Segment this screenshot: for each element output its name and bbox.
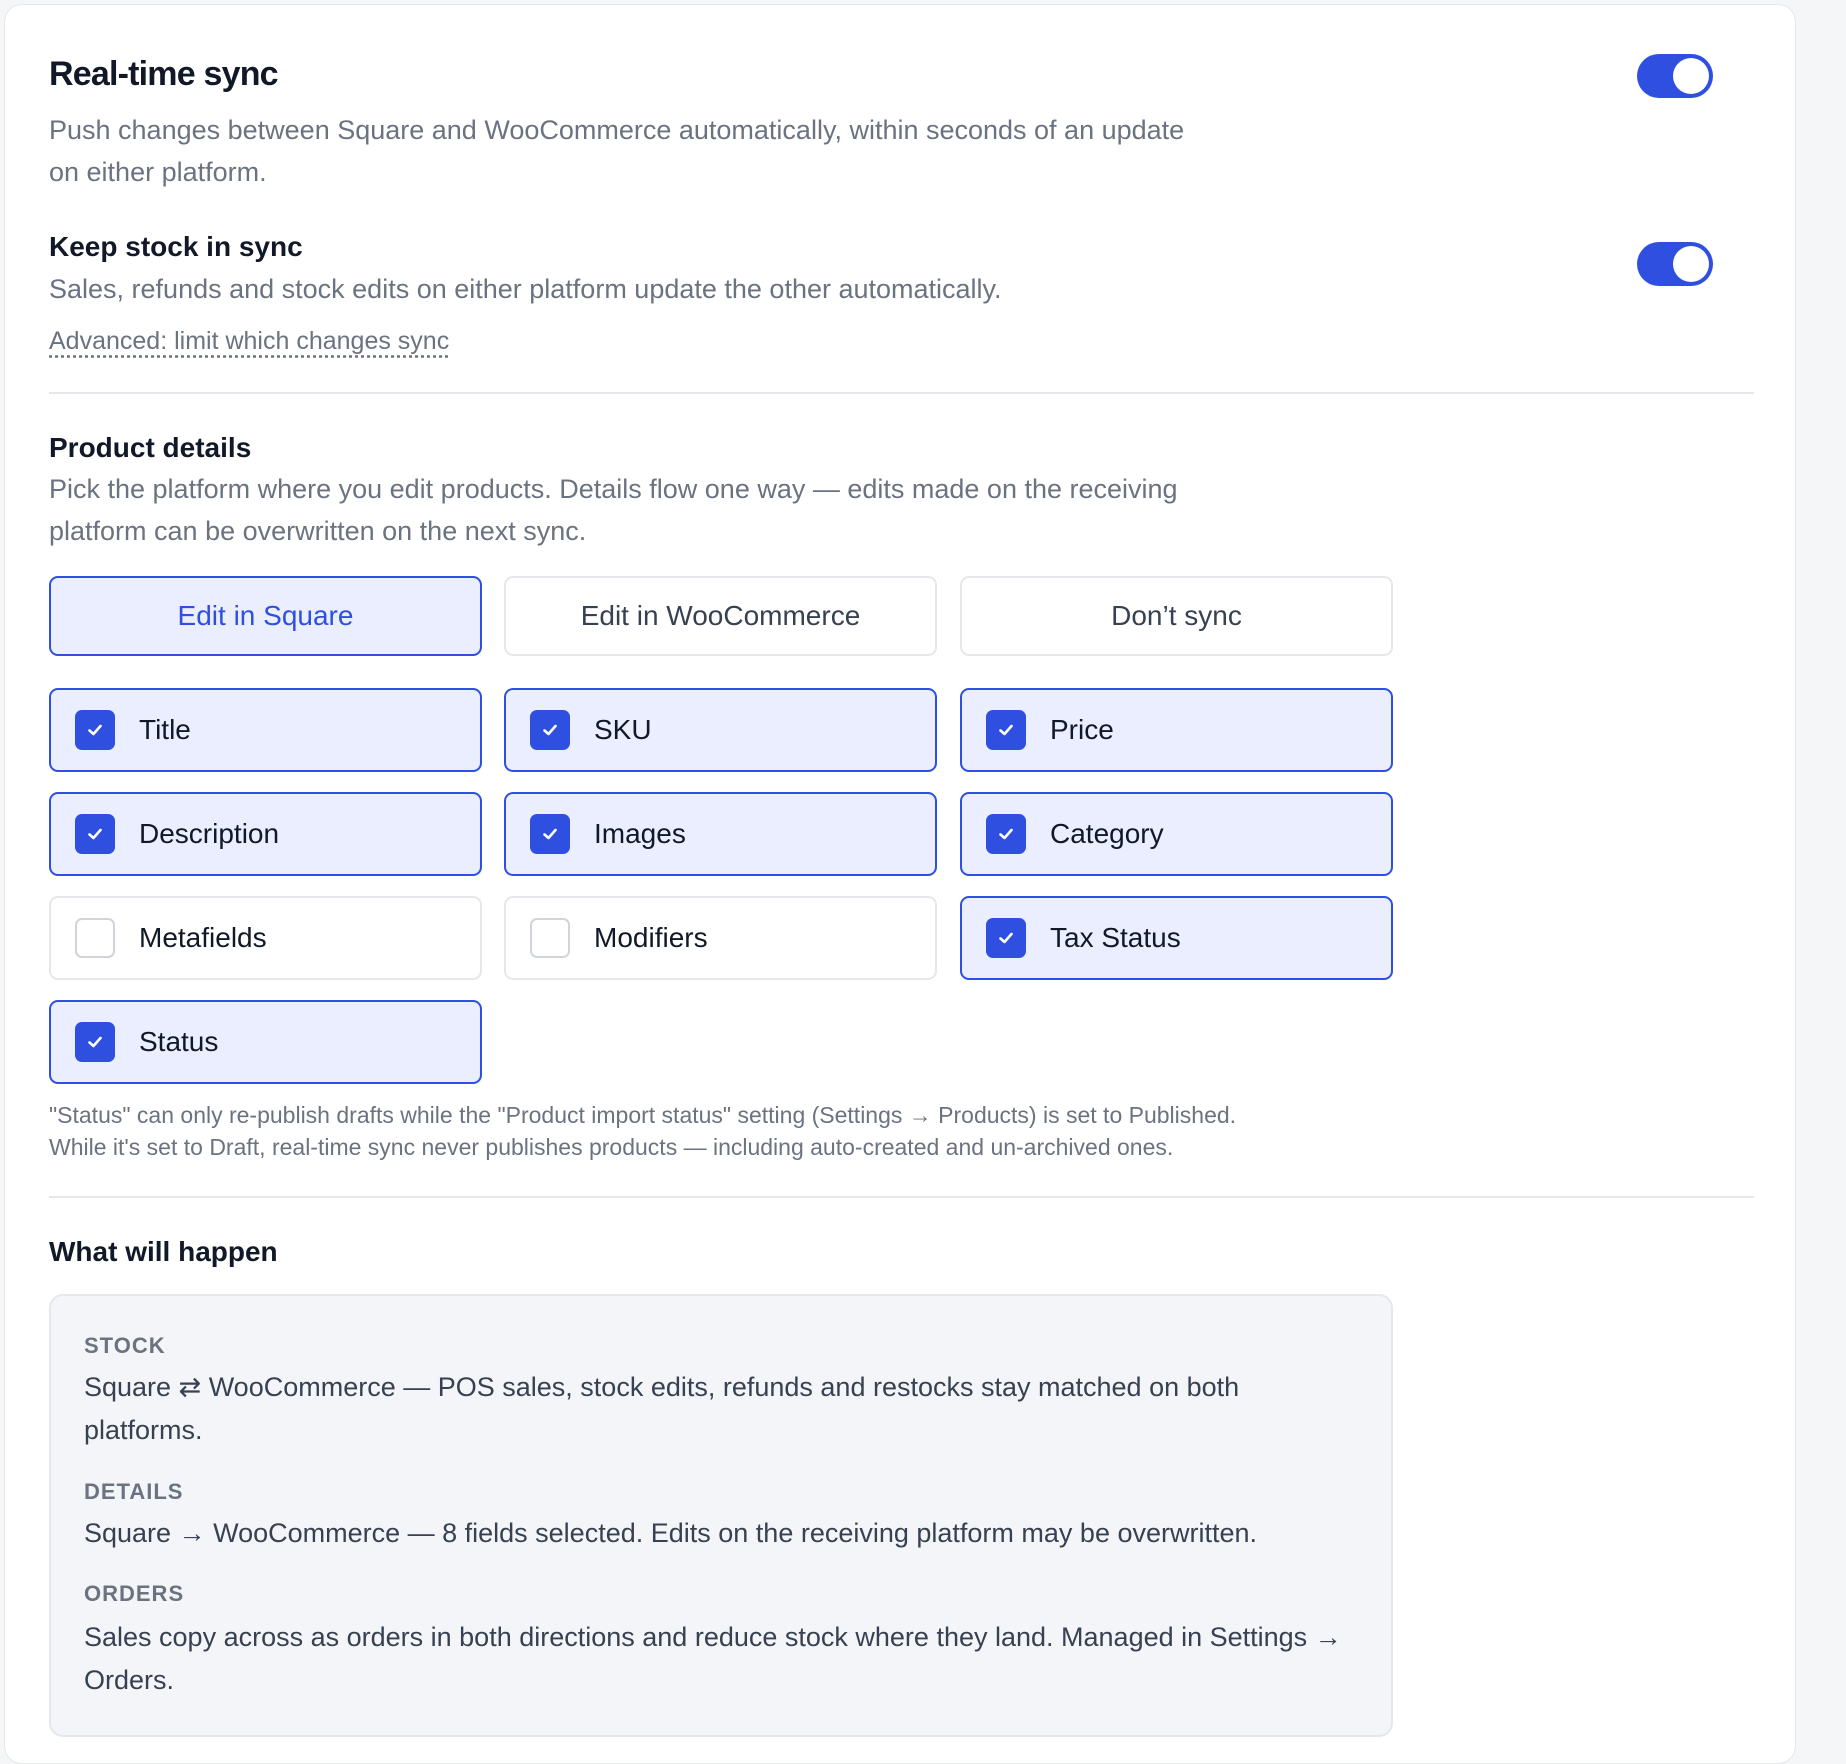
product-details-title: Product details	[49, 432, 252, 463]
checkbox[interactable]	[530, 918, 570, 958]
field-label: Metafields	[139, 922, 267, 953]
field-label: Images	[594, 818, 686, 849]
field-label: Title	[139, 714, 191, 745]
toggle-knob	[1673, 58, 1709, 94]
stock-summary-text: Square ⇄ WooCommerce — POS sales, stock …	[84, 1372, 1240, 1445]
keep-stock-title: Keep stock in sync	[49, 231, 303, 262]
checkbox[interactable]	[530, 710, 570, 750]
dont-sync-button[interactable]: Don’t sync	[960, 576, 1393, 656]
orders-summary-text: Sales copy across as orders in both dire…	[84, 1622, 1342, 1695]
field-option-price[interactable]: Price	[960, 688, 1393, 772]
field-option-status[interactable]: Status	[49, 1000, 482, 1084]
field-option-images[interactable]: Images	[504, 792, 937, 876]
field-label: Status	[139, 1026, 219, 1057]
status-note: "Status" can only re-publish drafts whil…	[49, 1099, 1449, 1163]
checkbox[interactable]	[75, 710, 115, 750]
realtime-sync-description: Push changes between Square and WooComme…	[49, 115, 1185, 187]
realtime-sync-title: Real-time sync	[49, 55, 279, 93]
orders-heading: ORDERS	[84, 1581, 185, 1606]
checkbox[interactable]	[986, 918, 1026, 958]
divider	[49, 392, 1754, 394]
check-icon	[88, 724, 102, 736]
field-label: SKU	[594, 714, 652, 745]
keep-stock-toggle[interactable]	[1637, 242, 1713, 286]
field-label: Price	[1050, 714, 1114, 745]
realtime-sync-toggle[interactable]	[1637, 54, 1713, 98]
details-heading: DETAILS	[84, 1479, 184, 1504]
field-option-description[interactable]: Description	[49, 792, 482, 876]
what-will-happen-title: What will happen	[49, 1236, 278, 1267]
field-option-metafields[interactable]: Metafields	[49, 896, 482, 980]
checkbox[interactable]	[75, 918, 115, 958]
field-option-category[interactable]: Category	[960, 792, 1393, 876]
checkbox[interactable]	[75, 814, 115, 854]
check-icon	[543, 828, 557, 840]
check-icon	[999, 724, 1013, 736]
field-label: Modifiers	[594, 922, 708, 953]
details-summary-text: Square → WooCommerce — 8 fields selected…	[84, 1518, 1258, 1548]
advanced-limit-link[interactable]: Advanced: limit which changes sync	[49, 327, 449, 356]
toggle-knob	[1673, 246, 1709, 282]
check-icon	[999, 828, 1013, 840]
status-note-line-1: "Status" can only re-publish drafts whil…	[49, 1102, 1237, 1128]
settings-card: Real-time sync Push changes between Squa…	[4, 4, 1796, 1764]
keep-stock-description: Sales, refunds and stock edits on either…	[49, 274, 1002, 304]
field-label: Tax Status	[1050, 922, 1181, 953]
check-icon	[88, 1036, 102, 1048]
summary-panel: STOCK Square ⇄ WooCommerce — POS sales, …	[49, 1294, 1393, 1737]
check-icon	[543, 724, 557, 736]
checkbox[interactable]	[530, 814, 570, 854]
product-details-description: Pick the platform where you edit product…	[49, 474, 1178, 546]
field-label: Category	[1050, 818, 1164, 849]
edit-in-square-button[interactable]: Edit in Square	[49, 576, 482, 656]
field-option-modifiers[interactable]: Modifiers	[504, 896, 937, 980]
checkbox[interactable]	[75, 1022, 115, 1062]
field-option-sku[interactable]: SKU	[504, 688, 937, 772]
status-note-line-2: While it's set to Draft, real-time sync …	[49, 1134, 1174, 1160]
checkbox[interactable]	[986, 710, 1026, 750]
divider	[49, 1196, 1754, 1198]
check-icon	[88, 828, 102, 840]
checkbox[interactable]	[986, 814, 1026, 854]
stock-heading: STOCK	[84, 1333, 166, 1358]
edit-in-woocommerce-button[interactable]: Edit in WooCommerce	[504, 576, 937, 656]
check-icon	[999, 932, 1013, 944]
field-option-tax-status[interactable]: Tax Status	[960, 896, 1393, 980]
field-option-title[interactable]: Title	[49, 688, 482, 772]
field-label: Description	[139, 818, 280, 849]
